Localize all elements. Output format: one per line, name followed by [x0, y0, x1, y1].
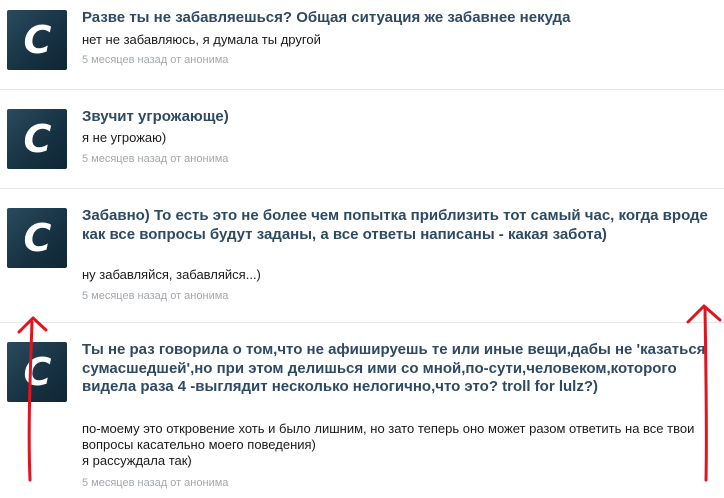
- annotation-overlay: [17, 304, 722, 482]
- red-arrow-left-icon: [17, 316, 48, 482]
- red-arrow-right-icon: [686, 304, 722, 482]
